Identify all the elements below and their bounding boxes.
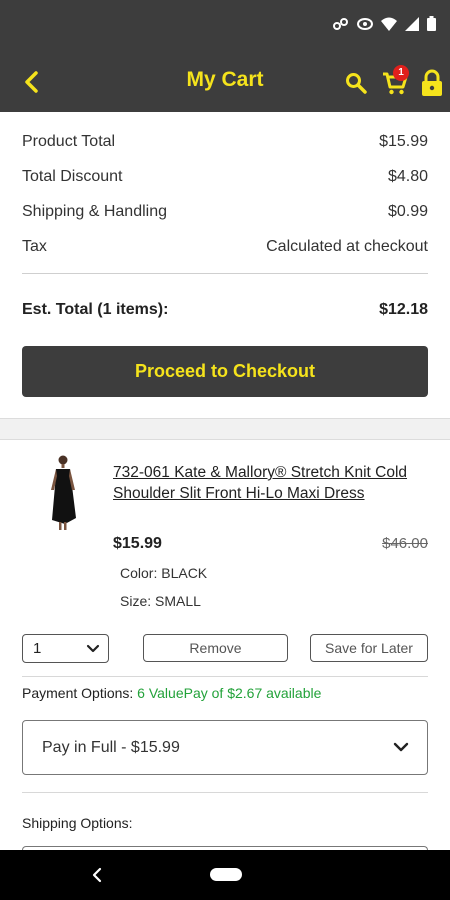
remove-button[interactable]: Remove [143,634,288,662]
item-divider [22,676,428,677]
product-color: Color: BLACK [120,565,208,581]
signal-icon [405,16,419,31]
battery-icon [427,16,436,31]
product-name-link[interactable]: 732-061 Kate & Mallory® Stretch Knit Col… [113,462,428,504]
payment-option-select[interactable]: Pay in Full - $15.99 [22,720,428,775]
save-for-later-button[interactable]: Save for Later [310,634,428,662]
summary-value: Calculated at checkout [266,238,428,255]
status-icons [333,16,436,31]
summary-divider [22,273,428,274]
section-separator [0,418,450,440]
payment-options-label: Payment Options: [22,685,134,701]
wifi-icon [381,17,397,31]
summary-label: Shipping & Handling [22,203,167,220]
product-price: $15.99 [113,535,162,552]
total-discount-row: Total Discount $4.80 [22,168,428,190]
shipping-handling-row: Shipping & Handling $0.99 [22,203,428,225]
tax-row: Tax Calculated at checkout [22,238,428,260]
link-icon [333,17,348,30]
proceed-to-checkout-button[interactable]: Proceed to Checkout [22,346,428,397]
system-nav-bar [0,850,450,900]
summary-value: $0.99 [387,203,428,220]
status-bar [0,0,450,52]
quantity-value: 1 [33,640,42,657]
summary-label: Total Discount [22,168,123,185]
cart-count-badge: 1 [393,65,409,81]
shipping-options-label: Shipping Options: [22,815,133,831]
original-price: $46.00 [382,535,428,552]
summary-value: $4.80 [387,168,428,185]
summary-label: Product Total [22,133,116,150]
summary-label: Tax [22,238,47,255]
total-value: $12.18 [379,301,428,318]
product-image[interactable] [46,452,80,532]
summary-value: $15.99 [379,133,428,150]
chevron-down-icon [393,742,409,752]
chevron-down-icon [86,644,100,653]
quantity-select[interactable]: 1 [22,634,109,663]
payment-options: Payment Options: 6 ValuePay of $2.67 ava… [22,685,321,701]
valuepay-availability: 6 ValuePay of $2.67 available [137,685,322,701]
total-label: Est. Total (1 items): [22,301,169,318]
eye-icon [357,17,373,30]
app-bar: My Cart 1 [0,52,450,112]
payment-divider [22,792,428,793]
payment-selected-value: Pay in Full - $15.99 [42,739,180,756]
lock-icon[interactable] [421,69,443,97]
nav-home-pill[interactable] [210,868,242,881]
search-icon[interactable] [344,71,368,95]
product-size: Size: SMALL [120,593,201,609]
product-total-row: Product Total $15.99 [22,133,428,155]
nav-back-icon[interactable] [90,866,104,884]
